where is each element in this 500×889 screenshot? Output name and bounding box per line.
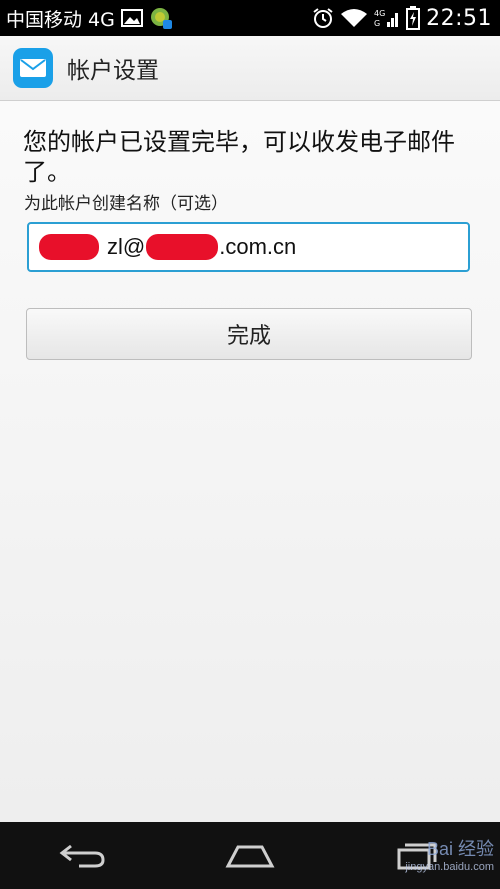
battery-charging-icon [406, 6, 421, 30]
signal-icon: 4G G [374, 8, 400, 28]
watermark-text: Bai 经验 [426, 839, 494, 859]
app-notification-icon [149, 6, 173, 30]
setup-complete-message: 您的帐户已设置完毕，可以收发电子邮件了。 [23, 128, 455, 186]
page-title: 帐户设置 [67, 58, 159, 84]
home-icon[interactable] [210, 831, 290, 881]
svg-text:G: G [374, 19, 380, 28]
clock: 22:51 [426, 5, 492, 31]
watermark: Bai 经验 jingyan.baidu.com [405, 835, 494, 873]
account-name-label: 为此帐户创建名称（可选） [24, 194, 228, 214]
wifi-icon [340, 8, 368, 28]
alarm-icon [312, 7, 334, 29]
action-bar: 帐户设置 [0, 36, 500, 101]
redaction-mark [146, 234, 219, 260]
svg-text:4G: 4G [374, 9, 385, 18]
carrier-label: 中国移动 4G [6, 8, 115, 31]
done-button[interactable]: 完成 [26, 308, 472, 360]
account-name-field[interactable]: zl@ .com.cn [27, 222, 470, 272]
back-icon[interactable] [43, 831, 123, 881]
account-name-value-suffix: .com.cn [219, 234, 297, 259]
account-setup-content: 您的帐户已设置完毕，可以收发电子邮件了。 为此帐户创建名称（可选） zl@ .c… [0, 101, 500, 822]
image-icon [120, 9, 143, 27]
account-name-value-part: zl@ [107, 234, 146, 259]
mail-icon[interactable] [13, 48, 53, 88]
status-bar: 中国移动 4G 4G G 22:51 [0, 0, 500, 36]
redaction-mark [39, 234, 99, 260]
watermark-url: jingyan.baidu.com [405, 861, 494, 873]
